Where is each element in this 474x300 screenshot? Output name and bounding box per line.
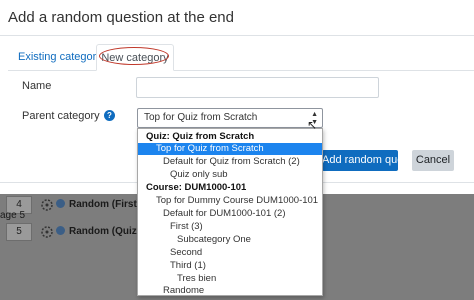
name-label: Name: [22, 80, 52, 92]
random-question-icon: [41, 199, 53, 211]
option-second[interactable]: Second: [138, 247, 322, 259]
name-field[interactable]: [136, 77, 379, 98]
option-first[interactable]: First (3): [138, 221, 322, 233]
option-default-for-dum1000[interactable]: Default for DUM1000-101 (2): [138, 208, 322, 220]
random-question-icon: [41, 226, 53, 238]
question-number: 5: [6, 223, 32, 241]
background-page-label: age 5: [0, 210, 26, 221]
option-group-quiz: Quiz: Quiz from Scratch: [146, 131, 255, 142]
help-icon[interactable]: ?: [104, 110, 115, 121]
option-top-for-dummy-course[interactable]: Top for Dummy Course DUM1000-101: [138, 195, 322, 207]
parent-category-dropdown: Quiz: Quiz from Scratch Top for Quiz fro…: [137, 128, 323, 296]
parent-category-label: Parent category: [22, 110, 100, 122]
option-quiz-only-sub[interactable]: Quiz only sub: [138, 169, 322, 181]
question-type-icon: [56, 226, 65, 235]
cancel-button[interactable]: Cancel: [412, 150, 454, 171]
option-top-for-quiz[interactable]: Top for Quiz from Scratch: [138, 143, 322, 155]
option-subcategory-one[interactable]: Subcategory One: [138, 234, 322, 246]
option-randome[interactable]: Randome: [138, 285, 322, 297]
option-group-course: Course: DUM1000-101: [146, 182, 247, 193]
highlight-ring: [99, 47, 169, 65]
add-random-question-button[interactable]: Add random question: [322, 150, 398, 171]
option-tres-bien[interactable]: Tres bien: [138, 273, 322, 285]
tab-bar: Existing category New category: [8, 44, 474, 71]
parent-category-selected-value: Top for Quiz from Scratch: [144, 112, 258, 123]
option-default-for-quiz[interactable]: Default for Quiz from Scratch (2): [138, 156, 322, 168]
parent-category-select[interactable]: Top for Quiz from Scratch ▲ ▼: [137, 108, 323, 128]
option-third[interactable]: Third (1): [138, 260, 322, 272]
question-type-icon: [56, 199, 65, 208]
mouse-cursor-icon: ↖: [307, 118, 318, 132]
modal-header: Add a random question at the end: [0, 0, 474, 36]
modal-title: Add a random question at the end: [8, 9, 234, 26]
question-text: Random (Quiz o: [69, 226, 146, 237]
